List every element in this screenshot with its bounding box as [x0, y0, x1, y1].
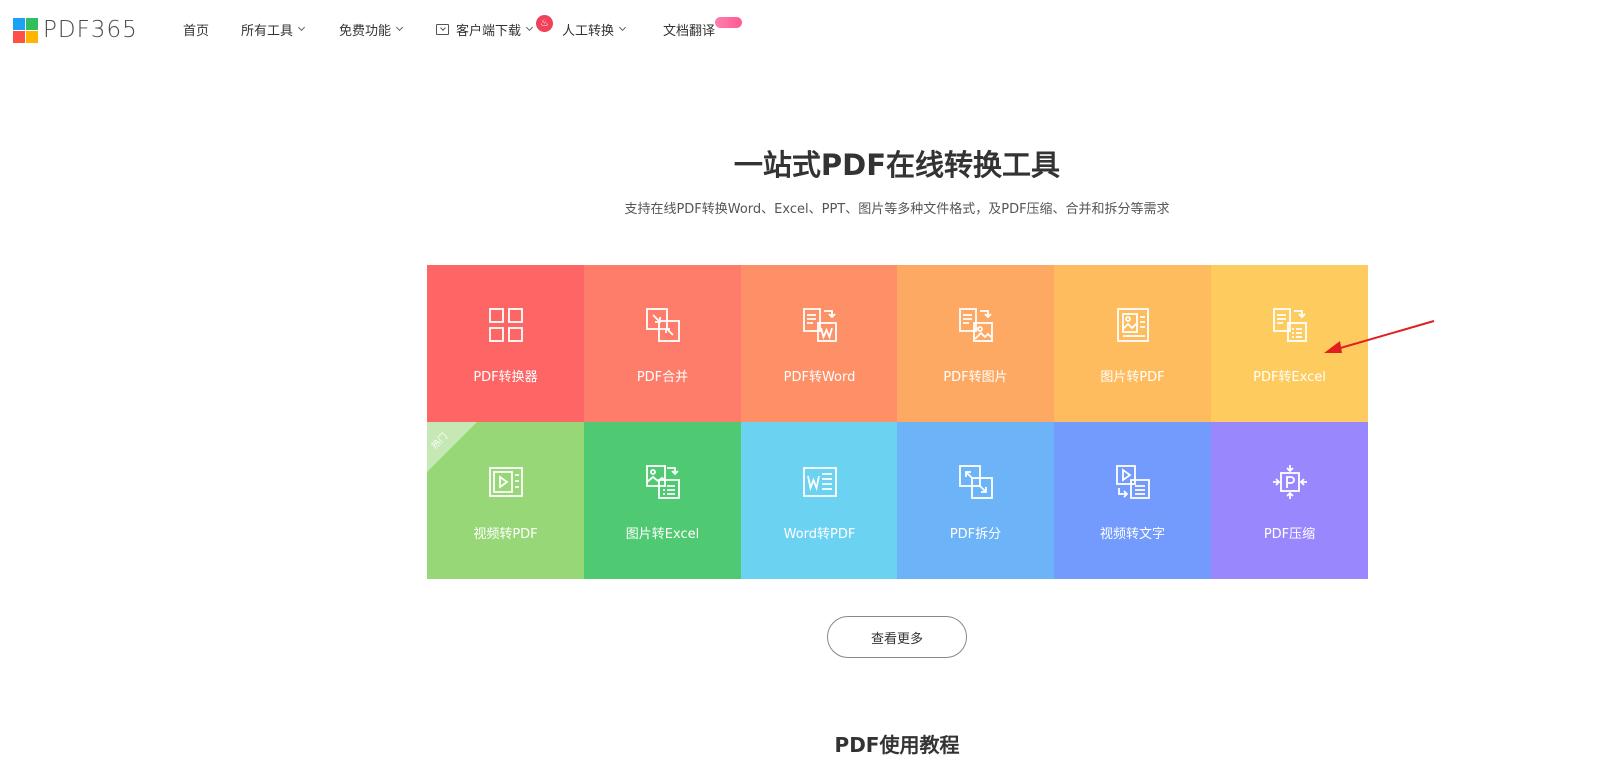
tool-label: PDF拆分 — [949, 527, 1002, 542]
view-more-label: 查看更多 — [870, 631, 923, 647]
chevron-down-icon — [618, 23, 627, 31]
annotation-arrow — [1324, 320, 1435, 353]
nav-all-tools-label: 所有工具 — [241, 23, 294, 39]
word-to-pdf-icon — [802, 464, 838, 500]
nav-free-features[interactable]: 免费功能 — [339, 0, 404, 58]
image-to-excel-icon — [645, 464, 681, 500]
tool-tile-pdf-merge[interactable]: PDF合并 — [584, 265, 741, 422]
compress-icon — [1272, 464, 1308, 500]
view-more-button[interactable]: 查看更多 — [827, 616, 967, 658]
nav-document-translation[interactable]: 文档翻译 — [663, 0, 742, 58]
split-icon — [958, 464, 994, 500]
pdf-to-excel-icon — [1272, 307, 1308, 343]
tool-tile-video-to-pdf[interactable]: 热门 视频转PDF — [427, 422, 584, 579]
tool-grid: PDF转换器 PDF合并 PDF转Word PDF转图片 图片转PDF PDF转… — [427, 265, 1368, 579]
merge-icon — [645, 307, 681, 343]
nav-home[interactable]: 首页 — [183, 0, 209, 58]
video-to-pdf-icon — [488, 464, 524, 500]
section-title-tutorials: PDF使用教程 — [834, 733, 960, 757]
new-badge — [715, 17, 742, 28]
tool-label: PDF合并 — [636, 370, 689, 385]
tool-label: Word转PDF — [783, 527, 856, 542]
tool-label: PDF转图片 — [943, 370, 1008, 385]
nav-client-download-label: 客户端下载 — [456, 23, 522, 39]
fire-icon: ♨ — [536, 15, 553, 32]
tool-label: PDF转Word — [783, 370, 856, 385]
tool-tile-image-to-excel[interactable]: 图片转Excel — [584, 422, 741, 579]
nav-free-features-label: 免费功能 — [339, 23, 392, 39]
nav-all-tools[interactable]: 所有工具 — [241, 0, 306, 58]
tool-tile-pdf-to-image[interactable]: PDF转图片 — [897, 265, 1054, 422]
tool-label: 视频转PDF — [473, 527, 538, 542]
logo-text: PDF365 — [43, 17, 138, 43]
tool-label: PDF转Excel — [1253, 370, 1326, 385]
tool-tile-pdf-split[interactable]: PDF拆分 — [897, 422, 1054, 579]
tool-label: PDF转换器 — [473, 370, 538, 385]
pdf-to-image-icon — [958, 307, 994, 343]
nav-manual-conversion-label: 人工转换 — [562, 23, 615, 39]
top-navbar: PDF365 首页 所有工具 免费功能 客户端下载 ♨ 人工转换 文档翻译 — [0, 0, 1622, 60]
tool-tile-pdf-compress[interactable]: PDF压缩 — [1211, 422, 1368, 579]
tool-label: 视频转文字 — [1099, 527, 1165, 542]
video-to-text-icon — [1115, 464, 1151, 500]
logo-mark-icon — [13, 17, 38, 43]
tool-tile-word-to-pdf[interactable]: Word转PDF — [741, 422, 898, 579]
grid-icon — [488, 307, 524, 343]
tool-tile-image-to-pdf[interactable]: 图片转PDF — [1054, 265, 1211, 422]
tool-label: PDF压缩 — [1263, 527, 1316, 542]
nav-document-translation-label: 文档翻译 — [663, 23, 716, 39]
tool-label: 图片转PDF — [1100, 370, 1165, 385]
page-subtitle: 支持在线PDF转换Word、Excel、PPT、图片等多种文件格式，及PDF压缩… — [624, 202, 1170, 217]
chevron-down-icon — [525, 23, 534, 31]
chevron-down-icon — [297, 23, 306, 31]
page-title: 一站式PDF在线转换工具 — [733, 148, 1061, 182]
nav-manual-conversion[interactable]: ♨ 人工转换 — [536, 0, 627, 58]
tool-tile-pdf-converter[interactable]: PDF转换器 — [427, 265, 584, 422]
nav-home-label: 首页 — [183, 23, 210, 39]
tool-tile-video-to-text[interactable]: 视频转文字 — [1054, 422, 1211, 579]
pdf-to-word-icon — [802, 307, 838, 343]
download-monitor-icon — [436, 23, 449, 35]
tool-label: 图片转Excel — [625, 527, 700, 542]
logo[interactable]: PDF365 — [13, 17, 138, 43]
nav-client-download[interactable]: 客户端下载 — [436, 0, 534, 58]
tool-tile-pdf-to-word[interactable]: PDF转Word — [741, 265, 898, 422]
image-to-pdf-icon — [1115, 307, 1151, 343]
chevron-down-icon — [395, 23, 404, 31]
